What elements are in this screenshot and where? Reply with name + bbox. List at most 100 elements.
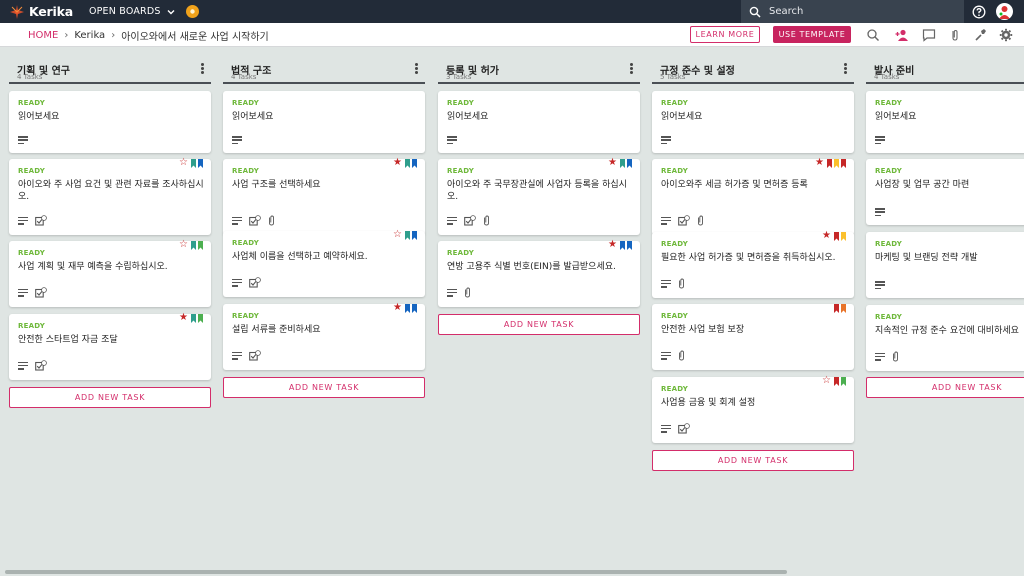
star-filled-icon[interactable]: ★	[393, 303, 402, 313]
chat-icon[interactable]	[922, 28, 936, 42]
task-card[interactable]: READY 마케팅 및 브랜딩 전략 개발	[866, 232, 1024, 298]
description-icon	[661, 424, 671, 433]
task-card[interactable]: READY 아이오와 주 국무장관실에 사업자 등록을 하십시오. ★	[438, 158, 640, 235]
checklist-icon	[35, 215, 47, 226]
bookmark-tag-icon	[191, 241, 196, 250]
star-filled-icon[interactable]: ★	[608, 240, 617, 250]
task-card[interactable]: READY 필요한 사업 허가증 및 면허증을 취득하십시오. ★	[652, 231, 854, 298]
theme-sun-icon[interactable]	[185, 5, 199, 18]
search-placeholder: Search	[769, 6, 804, 17]
task-meta	[232, 136, 242, 144]
add-new-task-button[interactable]: ADD NEW TASK	[438, 314, 640, 335]
paperclip-icon	[269, 215, 274, 226]
task-flags: ★	[179, 313, 203, 323]
task-meta	[661, 423, 690, 434]
task-card[interactable]: READY 아이오와 주 사업 요건 및 관련 자료를 조사하십시오. ☆	[9, 158, 211, 235]
attachment-icon[interactable]	[948, 28, 962, 42]
add-new-task-button[interactable]: ADD NEW TASK	[866, 377, 1024, 398]
add-new-task-button[interactable]: ADD NEW TASK	[9, 387, 211, 408]
task-meta	[447, 287, 471, 298]
bookmark-tag-icon	[412, 159, 417, 168]
search-input[interactable]: Search	[741, 0, 964, 23]
task-meta	[875, 351, 899, 362]
task-meta	[18, 360, 47, 371]
use-template-button[interactable]: USE TEMPLATE	[773, 26, 851, 43]
help-icon[interactable]	[972, 5, 986, 19]
tools-icon[interactable]	[973, 28, 987, 42]
star-outline-icon[interactable]: ☆	[179, 240, 188, 250]
description-icon	[875, 208, 885, 216]
search-board-icon[interactable]	[866, 28, 880, 42]
open-boards-menu[interactable]: OPEN BOARDS	[89, 6, 176, 17]
task-card[interactable]: READY 지속적인 규정 준수 요건에 대비하세요	[866, 305, 1024, 371]
star-filled-icon[interactable]: ★	[822, 231, 831, 241]
task-card[interactable]: READY 아이오와주 세금 허가증 및 면허증 등록 ★	[652, 158, 854, 235]
open-boards-label: OPEN BOARDS	[88, 6, 161, 17]
task-flags: ★	[393, 303, 417, 313]
star-outline-icon[interactable]: ☆	[179, 158, 188, 168]
add-member-icon[interactable]	[895, 28, 909, 42]
breadcrumb-home[interactable]: HOME	[28, 30, 58, 41]
user-avatar[interactable]	[996, 3, 1013, 20]
task-card[interactable]: READY 사업 계획 및 재무 예측을 수립하십시오. ☆	[9, 240, 211, 307]
task-card[interactable]: READY 안전한 스타트업 자금 조달 ★	[9, 313, 211, 380]
star-filled-icon[interactable]: ★	[393, 158, 402, 168]
task-status: READY	[447, 99, 474, 107]
task-status: READY	[18, 167, 45, 175]
task-card[interactable]: READY 읽어보세요	[866, 91, 1024, 153]
add-new-task-button[interactable]: ADD NEW TASK	[223, 377, 425, 398]
description-icon	[661, 351, 671, 360]
star-filled-icon[interactable]: ★	[608, 158, 617, 168]
task-title: 읽어보세요	[18, 112, 60, 122]
bookmark-tag-icon	[834, 377, 839, 386]
column-menu-icon[interactable]	[201, 63, 205, 75]
breadcrumb-board: 아이오와에서 새로운 사업 시작하기	[121, 32, 269, 43]
horizontal-scrollbar[interactable]	[5, 570, 787, 574]
description-icon	[232, 136, 242, 144]
checklist-icon	[678, 215, 690, 226]
task-title: 안전한 사업 보험 보장	[661, 325, 745, 335]
column-menu-icon[interactable]	[844, 63, 848, 75]
task-card[interactable]: READY 연방 고용주 식별 번호(EIN)를 발급받으세요. ★	[438, 240, 640, 307]
task-card[interactable]: READY 사업장 및 업무 공간 마련	[866, 159, 1024, 225]
task-flags: ★	[815, 158, 846, 168]
task-title: 아이오와주 세금 허가증 및 면허증 등록	[661, 180, 808, 190]
task-meta	[18, 287, 47, 298]
task-card[interactable]: READY 읽어보세요	[223, 91, 425, 153]
task-card[interactable]: READY 읽어보세요	[652, 91, 854, 153]
task-card[interactable]: READY 사업용 금융 및 회계 설정 ☆	[652, 376, 854, 443]
task-meta	[18, 215, 47, 226]
task-card[interactable]: READY 사업체 이름을 선택하고 예약하세요. ☆	[223, 230, 425, 297]
star-outline-icon[interactable]: ☆	[822, 376, 831, 386]
column-menu-icon[interactable]	[415, 63, 419, 75]
task-meta	[447, 136, 457, 144]
kerika-logo[interactable]: Kerika	[10, 4, 73, 19]
description-icon	[875, 352, 885, 361]
add-new-task-button[interactable]: ADD NEW TASK	[652, 450, 854, 471]
star-filled-icon[interactable]: ★	[815, 158, 824, 168]
bookmark-tag-icon	[191, 314, 196, 323]
column-menu-icon[interactable]	[630, 63, 634, 75]
task-card[interactable]: READY 읽어보세요	[9, 91, 211, 153]
app-name: Kerika	[29, 4, 73, 19]
task-title: 아이오와 주 사업 요건 및 관련 자료를 조사하십시오.	[18, 180, 204, 202]
column-task-count: 3 Tasks	[446, 73, 472, 81]
bookmark-tag-icon	[827, 159, 832, 168]
task-status: READY	[661, 385, 688, 393]
task-meta	[232, 215, 275, 226]
task-card[interactable]: READY 읽어보세요	[438, 91, 640, 153]
learn-more-button[interactable]: LEARN MORE	[690, 26, 760, 43]
description-icon	[18, 216, 28, 225]
column: 규정 준수 및 설정 5 Tasks	[652, 60, 854, 84]
star-outline-icon[interactable]: ☆	[393, 230, 402, 240]
star-filled-icon[interactable]: ★	[179, 313, 188, 323]
breadcrumb-workspace[interactable]: Kerika	[74, 30, 105, 41]
task-card[interactable]: READY 안전한 사업 보험 보장	[652, 304, 854, 370]
task-card[interactable]: READY 설립 서류를 준비하세요 ★	[223, 303, 425, 370]
settings-gear-icon[interactable]	[999, 28, 1013, 42]
paperclip-icon	[465, 287, 470, 298]
chevron-right-icon: ›	[64, 30, 69, 41]
checklist-icon	[249, 277, 261, 288]
task-card[interactable]: READY 사업 구조를 선택하세요 ★	[223, 158, 425, 235]
task-status: READY	[661, 312, 688, 320]
